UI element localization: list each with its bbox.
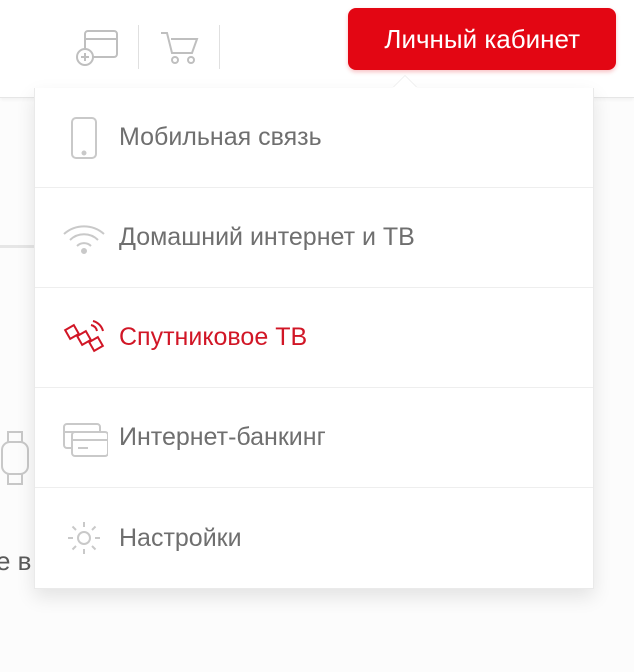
menu-item-satellite-tv[interactable]: Спутниковое ТВ <box>35 288 593 388</box>
account-button-label: Личный кабинет <box>384 24 580 55</box>
topbar-icons <box>68 22 230 72</box>
bg-divider-peek <box>0 245 34 248</box>
wallet-add-icon[interactable] <box>68 22 128 72</box>
menu-item-settings[interactable]: Настройки <box>35 488 593 588</box>
bg-watch-icon-peek <box>0 430 34 486</box>
topbar-divider <box>138 25 139 69</box>
menu-item-label: Настройки <box>119 524 242 553</box>
topbar: Личный кабинет <box>0 0 634 98</box>
menu-item-home-internet-tv[interactable]: Домашний интернет и ТВ <box>35 188 593 288</box>
menu-item-mobile[interactable]: Мобильная связь <box>35 88 593 188</box>
menu-item-label: Домашний интернет и ТВ <box>119 223 415 252</box>
topbar-divider-2 <box>219 25 220 69</box>
account-dropdown: Мобильная связь Домашний интернет и ТВ <box>34 88 594 589</box>
phone-icon <box>49 115 119 161</box>
cart-icon[interactable] <box>149 22 209 72</box>
menu-item-label: Мобильная связь <box>119 123 322 152</box>
account-button[interactable]: Личный кабинет <box>348 8 616 70</box>
menu-item-label: Интернет-банкинг <box>119 423 326 452</box>
gear-icon <box>49 518 119 558</box>
bg-text-peek: е в <box>0 546 32 577</box>
wifi-icon <box>49 220 119 256</box>
menu-item-label: Спутниковое ТВ <box>119 323 307 352</box>
satellite-icon <box>49 315 119 361</box>
menu-item-internet-banking[interactable]: Интернет-банкинг <box>35 388 593 488</box>
card-icon <box>49 418 119 458</box>
